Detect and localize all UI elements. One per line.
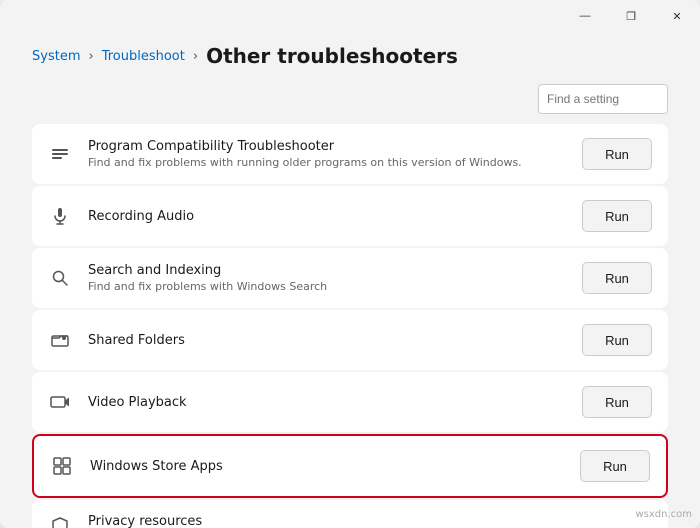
item-shared-folders-text: Shared Folders [88,333,566,348]
minimize-button[interactable]: — [562,0,608,32]
privacy-icon [48,514,72,528]
run-windows-store-apps-button[interactable]: Run [580,450,650,482]
item-program-compat: Program Compatibility Troubleshooter Fin… [32,124,668,184]
item-recording-audio: Recording Audio Run [32,186,668,246]
breadcrumb-sep-2: › [193,49,198,64]
item-windows-store-apps: Windows Store Apps Run [32,434,668,498]
run-recording-audio-button[interactable]: Run [582,200,652,232]
item-search-indexing-title: Search and Indexing [88,263,566,278]
breadcrumb-troubleshoot[interactable]: Troubleshoot [102,49,185,64]
restore-button[interactable]: ❐ [608,0,654,32]
program-compat-icon [48,142,72,166]
run-shared-folders-button[interactable]: Run [582,324,652,356]
breadcrumb: System › Troubleshoot › Other troublesho… [32,32,668,84]
run-search-indexing-button[interactable]: Run [582,262,652,294]
run-video-playback-button[interactable]: Run [582,386,652,418]
privacy-text: Privacy resources About these settings a… [88,514,652,528]
item-program-compat-title: Program Compatibility Troubleshooter [88,139,566,154]
item-video-playback: Video Playback Run [32,372,668,432]
item-windows-store-apps-title: Windows Store Apps [90,459,564,474]
privacy-row: Privacy resources About these settings a… [32,500,668,528]
item-search-indexing-desc: Find and fix problems with Windows Searc… [88,280,566,293]
item-program-compat-text: Program Compatibility Troubleshooter Fin… [88,139,566,169]
main-content: System › Troubleshoot › Other troublesho… [0,32,700,528]
search-row [32,84,668,114]
item-shared-folders: Shared Folders Run [32,310,668,370]
item-video-playback-title: Video Playback [88,395,566,410]
video-playback-icon [48,390,72,414]
item-search-indexing: Search and Indexing Find and fix problem… [32,248,668,308]
item-program-compat-desc: Find and fix problems with running older… [88,156,566,169]
window-controls: — ❐ ✕ [562,0,700,32]
privacy-title: Privacy resources [88,514,652,528]
item-shared-folders-title: Shared Folders [88,333,566,348]
shared-folders-icon [48,328,72,352]
settings-window: — ❐ ✕ System › Troubleshoot › Other trou… [0,0,700,528]
recording-audio-icon [48,204,72,228]
item-video-playback-text: Video Playback [88,395,566,410]
close-button[interactable]: ✕ [654,0,700,32]
breadcrumb-sep-1: › [88,49,93,64]
breadcrumb-system[interactable]: System [32,49,80,64]
item-windows-store-apps-text: Windows Store Apps [90,459,564,474]
item-recording-audio-title: Recording Audio [88,209,566,224]
search-indexing-icon [48,266,72,290]
item-search-indexing-text: Search and Indexing Find and fix problem… [88,263,566,293]
page-title: Other troubleshooters [206,44,458,68]
title-bar: — ❐ ✕ [0,0,700,32]
run-program-compat-button[interactable]: Run [582,138,652,170]
troubleshooters-list: Program Compatibility Troubleshooter Fin… [32,124,668,498]
item-recording-audio-text: Recording Audio [88,209,566,224]
windows-store-apps-icon [50,454,74,478]
search-input[interactable] [538,84,668,114]
